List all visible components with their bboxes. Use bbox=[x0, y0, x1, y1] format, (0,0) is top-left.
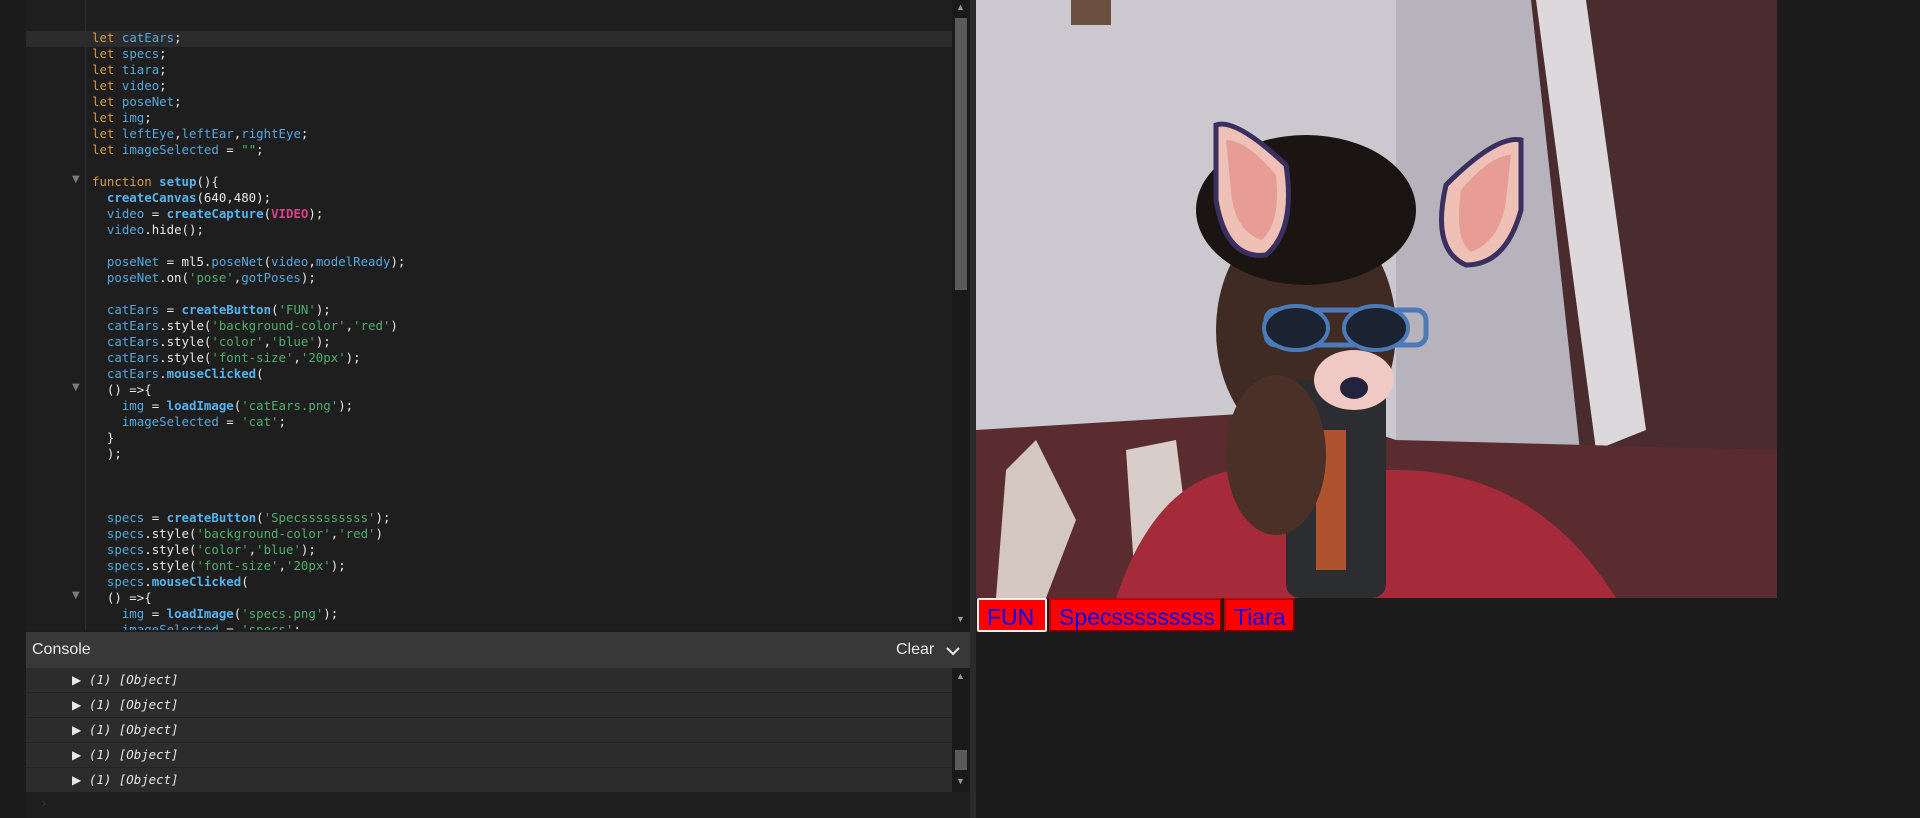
expand-arrow-icon[interactable]: ▶ bbox=[72, 773, 81, 787]
scroll-up-arrow-icon[interactable]: ▲ bbox=[956, 671, 965, 681]
console-entry[interactable]: ▶ (1) [Object] bbox=[26, 743, 952, 768]
console-entry-text: (1) [Object] bbox=[89, 697, 179, 712]
fold-triangle-icon[interactable]: ▼ bbox=[72, 382, 80, 393]
code-editor[interactable]: ▼ ▼ ▼ let catEars; let specs; let tiara;… bbox=[26, 0, 952, 630]
chevron-down-icon[interactable] bbox=[946, 644, 960, 658]
console-scrollbar[interactable]: ▲ ▼ bbox=[952, 668, 970, 792]
webcam-frame bbox=[976, 0, 1777, 598]
console-entry[interactable]: ▶ (1) [Object] bbox=[26, 693, 952, 718]
expand-arrow-icon[interactable]: ▶ bbox=[72, 723, 81, 737]
console-clear-button[interactable]: Clear bbox=[896, 641, 934, 659]
sketch-canvas bbox=[976, 0, 1777, 598]
tiara-button[interactable]: Tiara bbox=[1224, 598, 1295, 632]
expand-arrow-icon[interactable]: ▶ bbox=[72, 673, 81, 687]
expand-arrow-icon[interactable]: ▶ bbox=[72, 748, 81, 762]
console-entry[interactable]: ▶ (1) [Object] bbox=[26, 768, 952, 793]
console-entry-text: (1) [Object] bbox=[89, 747, 179, 762]
code-text[interactable]: let catEars; let specs; let tiara; let v… bbox=[92, 30, 405, 630]
fold-triangle-icon[interactable]: ▼ bbox=[72, 590, 80, 601]
expand-arrow-icon[interactable]: ▶ bbox=[72, 698, 81, 712]
editor-scrollbar[interactable]: ▲ ▼ bbox=[952, 0, 970, 630]
console-input[interactable]: › bbox=[26, 792, 970, 818]
scrollbar-thumb[interactable] bbox=[955, 750, 967, 770]
scroll-up-arrow-icon[interactable]: ▲ bbox=[956, 2, 965, 12]
console-entry[interactable]: ▶ (1) [Object] bbox=[26, 668, 952, 693]
scrollbar-thumb[interactable] bbox=[955, 18, 967, 290]
prompt-icon: › bbox=[42, 796, 46, 810]
specs-button[interactable]: Specsssssssss bbox=[1049, 598, 1222, 632]
fold-triangle-icon[interactable]: ▼ bbox=[72, 174, 80, 185]
console-title: Console bbox=[32, 641, 91, 658]
console-entry-text: (1) [Object] bbox=[89, 722, 179, 737]
console-entry[interactable]: ▶ (1) [Object] bbox=[26, 718, 952, 743]
scroll-down-arrow-icon[interactable]: ▼ bbox=[956, 614, 965, 624]
fun-button[interactable]: FUN bbox=[977, 598, 1047, 632]
scroll-down-arrow-icon[interactable]: ▼ bbox=[956, 776, 965, 786]
gutter-divider bbox=[85, 0, 86, 630]
console-header: Console Clear bbox=[26, 632, 970, 668]
console-log: ▶ (1) [Object] ▶ (1) [Object] ▶ (1) [Obj… bbox=[26, 668, 952, 793]
console-entry-text: (1) [Object] bbox=[89, 772, 179, 787]
console-entry-text: (1) [Object] bbox=[89, 672, 179, 687]
